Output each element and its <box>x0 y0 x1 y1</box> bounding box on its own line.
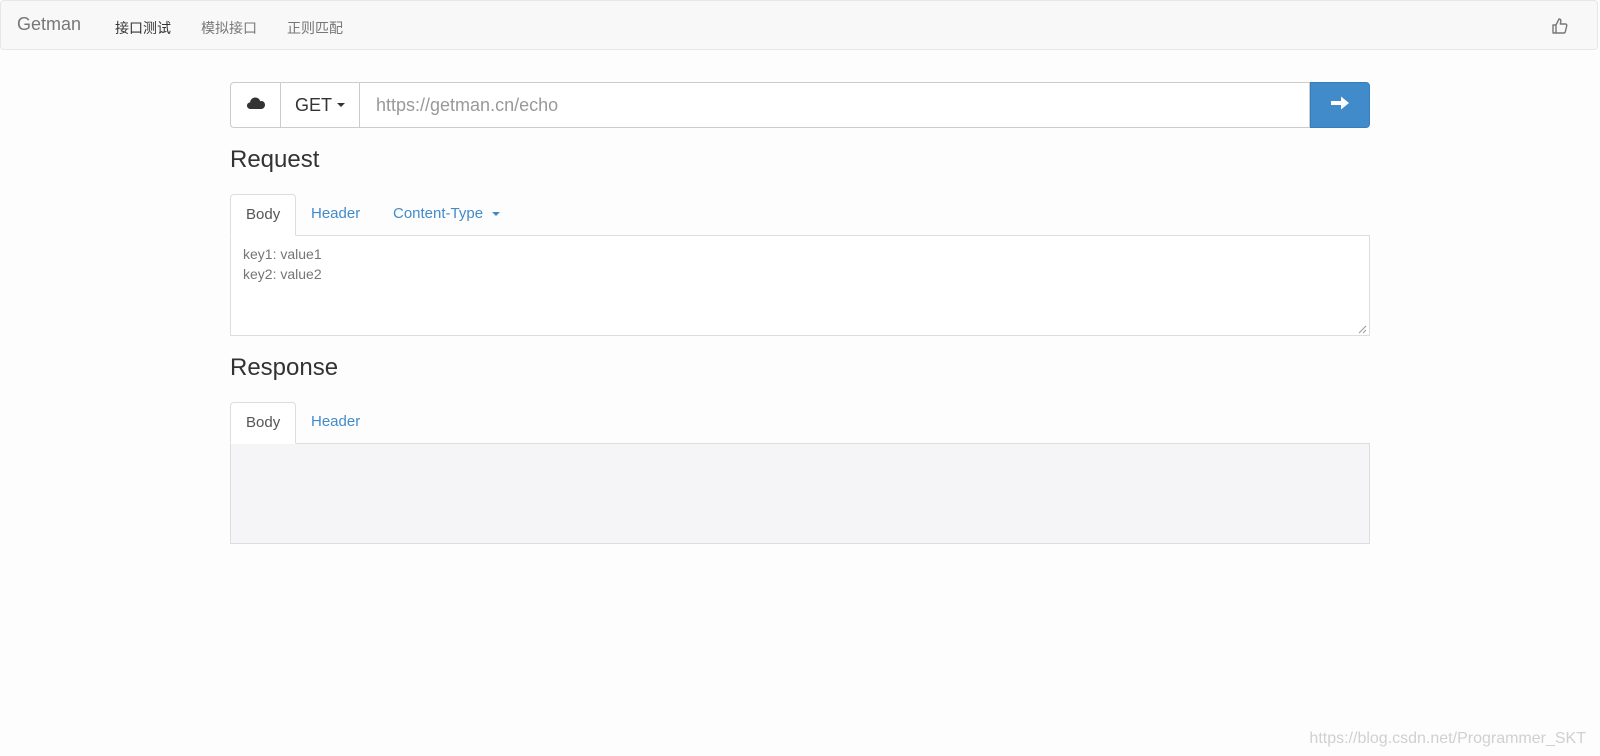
response-tabs: Body Header <box>230 402 1370 444</box>
request-tab-body[interactable]: Body <box>230 194 297 236</box>
method-dropdown[interactable]: GET <box>280 82 359 128</box>
send-button[interactable] <box>1310 82 1370 128</box>
resize-handle-icon[interactable] <box>1358 325 1367 334</box>
response-tab-header[interactable]: Header <box>296 402 375 444</box>
content-type-label: Content-Type <box>393 205 484 222</box>
request-tab-header[interactable]: Header <box>296 194 375 236</box>
arrow-right-icon <box>1330 95 1350 116</box>
url-input[interactable] <box>359 82 1310 128</box>
thumbs-up-icon[interactable] <box>1551 17 1569 35</box>
request-body-textarea[interactable] <box>230 236 1370 336</box>
top-navbar: Getman 接口测试 模拟接口 正则匹配 <box>0 0 1598 50</box>
response-tab-body[interactable]: Body <box>230 402 297 444</box>
nav-item-mock-api[interactable]: 模拟接口 <box>201 18 257 38</box>
response-body-panel[interactable] <box>230 444 1370 544</box>
cloud-icon <box>246 96 266 115</box>
nav-item-api-test[interactable]: 接口测试 <box>115 18 171 38</box>
cloud-button[interactable] <box>230 82 280 128</box>
request-url-bar: GET <box>230 82 1370 128</box>
request-tabs: Body Header Content-Type <box>230 194 1370 236</box>
brand-logo[interactable]: Getman <box>17 14 81 35</box>
request-tab-content-type[interactable]: Content-Type <box>378 194 515 236</box>
watermark-text: https://blog.csdn.net/Programmer_SKT <box>1309 730 1586 747</box>
caret-down-icon <box>337 103 345 107</box>
nav-item-regex-match[interactable]: 正则匹配 <box>287 18 343 38</box>
caret-down-icon <box>492 212 501 217</box>
response-title: Response <box>230 354 339 381</box>
request-title: Request <box>230 146 320 173</box>
method-label: GET <box>294 94 332 115</box>
